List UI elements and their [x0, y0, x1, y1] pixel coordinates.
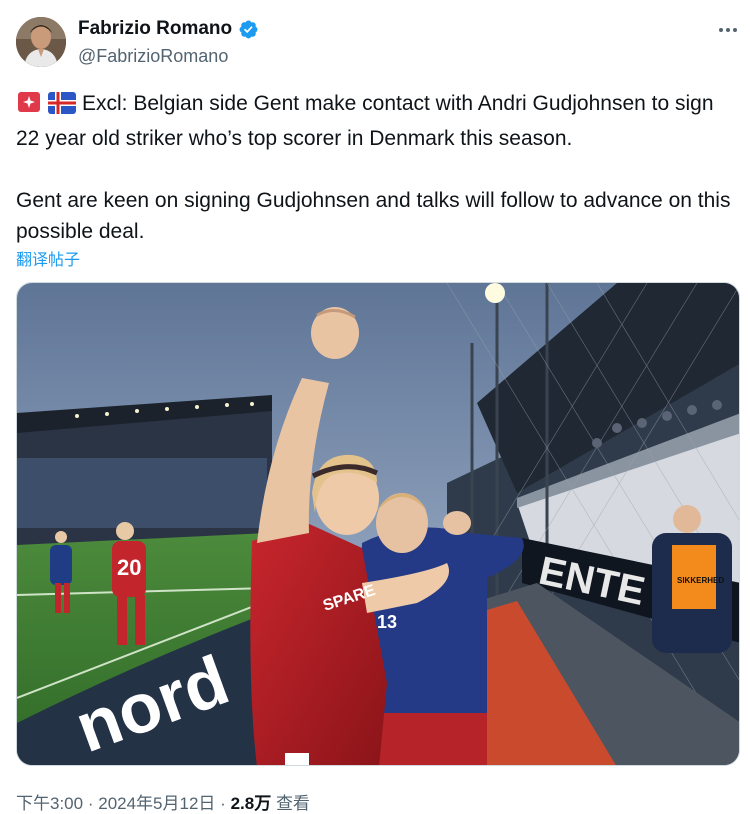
iceland-flag-icon [48, 92, 76, 123]
author-handle[interactable]: @FabrizioRomano [78, 46, 228, 67]
translate-post-link[interactable]: 翻译帖子 [16, 246, 80, 270]
author-name-row[interactable]: Fabrizio Romano [78, 18, 259, 40]
front-player-number: 13 [377, 612, 397, 632]
views-label: 查看 [275, 794, 310, 813]
steward-vest-text: SIKKERHED [677, 576, 724, 585]
tweet-paragraph-2: Gent are keen on signing Gudjohnsen and … [16, 189, 731, 243]
tweet-meta: 下午3:00 · 2024年5月12日 · 2.8万 查看 [16, 789, 310, 814]
stadium-photo: nord 20 ENTE SIKKERHED 13 SPARE [17, 283, 739, 765]
tweet-paragraph-1-text: Excl: Belgian side Gent make contact wit… [16, 92, 714, 150]
tweet-date[interactable]: 2024年5月12日 [98, 794, 215, 813]
meta-separator: · [87, 794, 94, 813]
avatar-image [16, 17, 66, 67]
views-count: 2.8万 [230, 794, 272, 813]
avatar[interactable] [16, 17, 66, 67]
meta-separator: · [220, 794, 226, 813]
more-options-icon[interactable] [718, 20, 738, 34]
verified-badge-icon [239, 20, 258, 38]
tweet-paragraph-1: Excl: Belgian side Gent make contact wit… [16, 88, 740, 154]
author-name[interactable]: Fabrizio Romano [78, 18, 232, 40]
tweet-time[interactable]: 下午3:00 [16, 794, 83, 813]
tweet-photo[interactable]: nord 20 ENTE SIKKERHED 13 SPARE [16, 282, 740, 766]
tweet-text: Excl: Belgian side Gent make contact wit… [16, 88, 740, 247]
rotating-light-icon [16, 90, 42, 123]
back-player-number: 20 [117, 555, 141, 580]
